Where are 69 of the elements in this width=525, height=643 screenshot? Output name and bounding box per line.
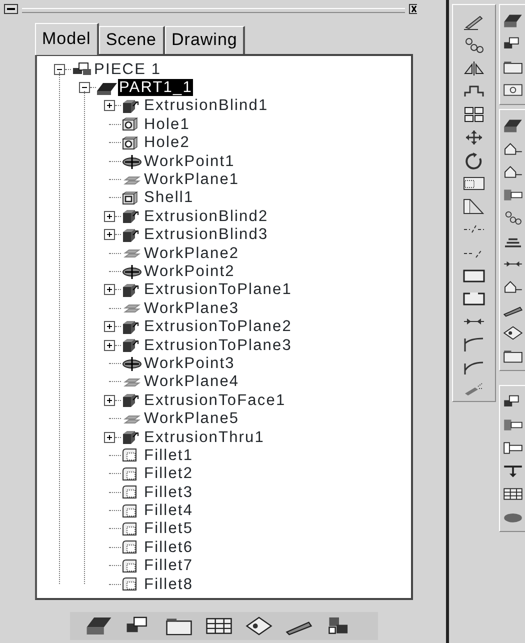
- tree-item[interactable]: ExtrusionBlind3: [143, 226, 270, 244]
- blocks-icon: [71, 61, 93, 78]
- tree-item[interactable]: WorkPlane5: [143, 410, 240, 428]
- tab[interactable]: Scene: [98, 26, 165, 54]
- tree-item[interactable]: WorkPoint3: [143, 354, 236, 372]
- tree-item[interactable]: Shell1: [143, 189, 195, 206]
- tree-item[interactable]: Fillet1: [143, 446, 194, 464]
- tab[interactable]: Model: [35, 22, 99, 55]
- house-icon[interactable]: [502, 164, 524, 180]
- expand-icon[interactable]: [104, 432, 115, 442]
- tree-item[interactable]: Hole2: [143, 134, 191, 152]
- house-icon[interactable]: [502, 279, 524, 295]
- tree-item[interactable]: ExtrusionBlind2: [143, 208, 270, 225]
- diamond-icon[interactable]: [502, 325, 524, 341]
- tree-item[interactable]: ExtrusionToPlane1: [143, 281, 293, 298]
- tree-item[interactable]: ExtrusionBlind1: [143, 97, 270, 114]
- tree-item[interactable]: Fillet5: [143, 520, 194, 538]
- workpoint-icon: [121, 263, 143, 280]
- tree-item[interactable]: WorkPoint2: [143, 262, 236, 280]
- tree-item[interactable]: Fillet2: [143, 465, 194, 482]
- grid-icon[interactable]: [462, 105, 486, 124]
- rectangle-icon[interactable]: [462, 174, 486, 193]
- tree-item[interactable]: ExtrusionThru1: [143, 428, 266, 446]
- plug-icon[interactable]: [502, 440, 524, 456]
- expand-icon[interactable]: [104, 321, 115, 332]
- panel-icon[interactable]: [502, 82, 524, 98]
- tab[interactable]: Drawing: [164, 26, 246, 54]
- folder-icon[interactable]: [502, 59, 524, 75]
- house-icon[interactable]: [502, 141, 524, 157]
- expand-icon[interactable]: [104, 229, 115, 240]
- tree-item[interactable]: PIECE 1: [93, 60, 162, 78]
- tree-item[interactable]: Fillet3: [143, 484, 194, 501]
- tree-item[interactable]: WorkPlane3: [143, 300, 240, 317]
- tree-item[interactable]: ExtrusionToPlane2: [143, 318, 293, 336]
- tree-item[interactable]: ExtrusionToFace1: [143, 392, 287, 409]
- tree-item[interactable]: WorkPlane2: [143, 244, 240, 262]
- close-icon[interactable]: [409, 4, 418, 14]
- tree-item[interactable]: PART1_1: [118, 79, 194, 96]
- expand-icon[interactable]: [104, 210, 115, 222]
- tree-item[interactable]: Fillet8: [143, 576, 194, 593]
- table-icon[interactable]: [502, 486, 524, 502]
- tree-item[interactable]: Fillet7: [143, 557, 194, 574]
- workpoint-icon: [121, 355, 143, 372]
- diamond-icon[interactable]: [244, 615, 274, 637]
- tree-item[interactable]: Fillet4: [143, 502, 194, 520]
- collapse-icon[interactable]: [79, 82, 90, 94]
- triangle-icon[interactable]: [462, 197, 486, 216]
- tee-icon[interactable]: [502, 463, 524, 479]
- cylinder-icon[interactable]: [502, 187, 524, 203]
- table-icon[interactable]: [204, 615, 234, 637]
- expand-icon[interactable]: [104, 284, 115, 296]
- tree-item[interactable]: WorkPlane1: [143, 171, 240, 188]
- workpoint-icon: [121, 153, 143, 170]
- slab-icon[interactable]: [84, 615, 114, 637]
- cylinder-icon[interactable]: [502, 417, 524, 433]
- expand-icon[interactable]: [104, 394, 115, 406]
- slab-icon[interactable]: [502, 13, 524, 29]
- slab-icon[interactable]: [502, 118, 524, 134]
- tree-item[interactable]: Hole1: [143, 116, 191, 133]
- tree-item[interactable]: Fillet6: [143, 538, 194, 556]
- mirror-icon[interactable]: [462, 59, 486, 78]
- collapse-icon[interactable]: [54, 64, 65, 75]
- folder-icon[interactable]: [502, 348, 524, 364]
- tree-item[interactable]: WorkPoint1: [143, 152, 236, 170]
- tree-item[interactable]: WorkPlane4: [143, 373, 240, 390]
- expand-icon[interactable]: [104, 340, 115, 351]
- expand-icon[interactable]: [104, 100, 115, 112]
- minimize-icon[interactable]: [4, 4, 18, 14]
- tree-item[interactable]: ExtrusionToPlane3: [143, 336, 293, 354]
